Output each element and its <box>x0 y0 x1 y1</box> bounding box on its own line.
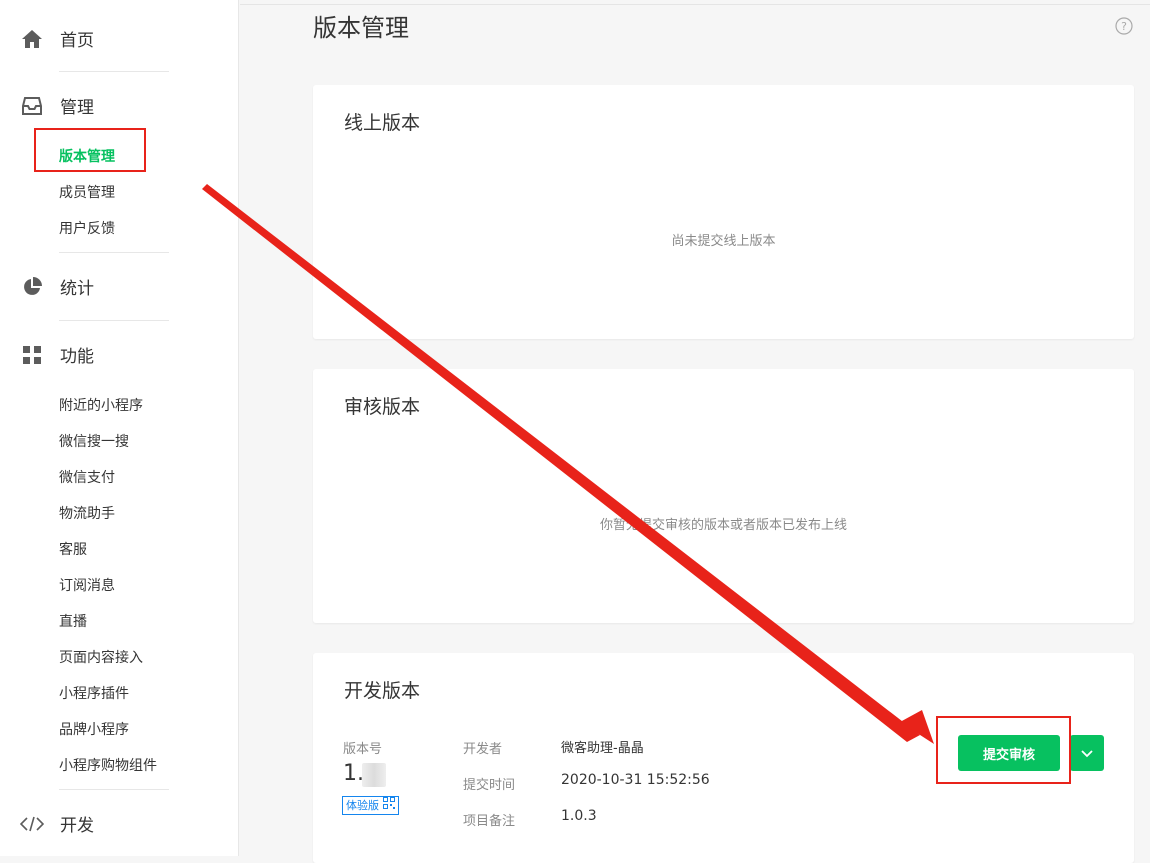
pie-chart-icon <box>20 275 44 299</box>
remark-label: 项目备注 <box>463 814 516 829</box>
sidebar-item-live[interactable]: 直播 <box>59 611 87 631</box>
review-version-card: 审核版本 你暂无提交审核的版本或者版本已发布上线 <box>313 369 1134 623</box>
remark-value: 1.0.3 <box>561 808 597 824</box>
qrcode-icon <box>383 797 395 814</box>
code-icon <box>20 812 44 836</box>
help-icon[interactable]: ? <box>1115 17 1133 35</box>
sidebar-item-customer-service[interactable]: 客服 <box>59 539 87 559</box>
online-version-empty: 尚未提交线上版本 <box>671 234 776 249</box>
review-version-empty: 你暂无提交审核的版本或者版本已发布上线 <box>599 518 847 533</box>
online-version-title: 线上版本 <box>344 112 421 134</box>
sidebar-item-wechat-search[interactable]: 微信搜一搜 <box>59 431 129 451</box>
submit-time-label: 提交时间 <box>463 778 516 793</box>
trial-version-tag[interactable]: 体验版 <box>342 796 399 815</box>
sidebar-item-version-management[interactable]: 版本管理 <box>59 146 115 166</box>
sidebar-item-user-feedback[interactable]: 用户反馈 <box>59 218 115 238</box>
sidebar-divider <box>59 789 169 790</box>
sidebar-item-label: 功能 <box>60 347 94 367</box>
sidebar-item-nearby-miniprogram[interactable]: 附近的小程序 <box>59 395 143 415</box>
dev-version-title: 开发版本 <box>344 680 421 702</box>
page-title: 版本管理 <box>313 14 409 42</box>
sidebar-item-home[interactable]: 首页 <box>20 26 94 51</box>
grid-icon <box>20 343 44 367</box>
sidebar-item-page-content[interactable]: 页面内容接入 <box>59 647 143 667</box>
sidebar-item-brand-miniprogram[interactable]: 品牌小程序 <box>59 719 129 739</box>
developer-label: 开发者 <box>463 742 503 757</box>
submit-time-value: 2020-10-31 15:52:56 <box>561 772 710 788</box>
sidebar-item-manage[interactable]: 管理 <box>20 93 94 118</box>
sidebar-item-features[interactable]: 功能 <box>20 342 94 367</box>
sidebar-item-wechat-pay[interactable]: 微信支付 <box>59 467 115 487</box>
more-actions-dropdown[interactable] <box>1070 735 1104 771</box>
sidebar-item-label: 管理 <box>60 98 94 118</box>
top-divider <box>240 4 1150 5</box>
sidebar-item-subscription-messages[interactable]: 订阅消息 <box>59 575 115 595</box>
version-number-label: 版本号 <box>343 742 383 757</box>
submit-review-button[interactable]: 提交审核 <box>958 735 1060 771</box>
inbox-icon <box>20 94 44 118</box>
sidebar-item-label: 开发 <box>60 816 94 836</box>
version-number-mask <box>362 763 386 787</box>
chevron-down-icon <box>1081 746 1093 761</box>
version-number-value: 1. <box>343 761 364 786</box>
sidebar-item-label: 首页 <box>60 31 94 51</box>
sidebar-divider <box>59 252 169 253</box>
developer-value: 微客助理-晶晶 <box>561 741 644 756</box>
sidebar-divider <box>59 320 169 321</box>
svg-text:?: ? <box>1121 20 1127 33</box>
sidebar-item-member-management[interactable]: 成员管理 <box>59 182 115 202</box>
sidebar-item-plugins[interactable]: 小程序插件 <box>59 683 129 703</box>
online-version-card: 线上版本 尚未提交线上版本 <box>313 85 1134 339</box>
sidebar-item-dev[interactable]: 开发 <box>20 811 94 836</box>
home-icon <box>20 27 44 51</box>
dev-version-card: 开发版本 版本号 1. 体验版 开发者 微客助理-晶晶 提交时间 2020-10… <box>313 653 1134 863</box>
sidebar-item-shopping-component[interactable]: 小程序购物组件 <box>59 755 157 775</box>
sidebar-item-stats[interactable]: 统计 <box>20 274 94 299</box>
sidebar: 首页 管理 版本管理 成员管理 用户反馈 统计 功能 附近的小程序 微信搜一搜 … <box>0 0 239 856</box>
trial-version-tag-label: 体验版 <box>346 799 379 812</box>
review-version-title: 审核版本 <box>344 396 421 418</box>
sidebar-item-logistics[interactable]: 物流助手 <box>59 503 115 523</box>
sidebar-divider <box>59 71 169 72</box>
sidebar-item-label: 统计 <box>60 279 94 299</box>
